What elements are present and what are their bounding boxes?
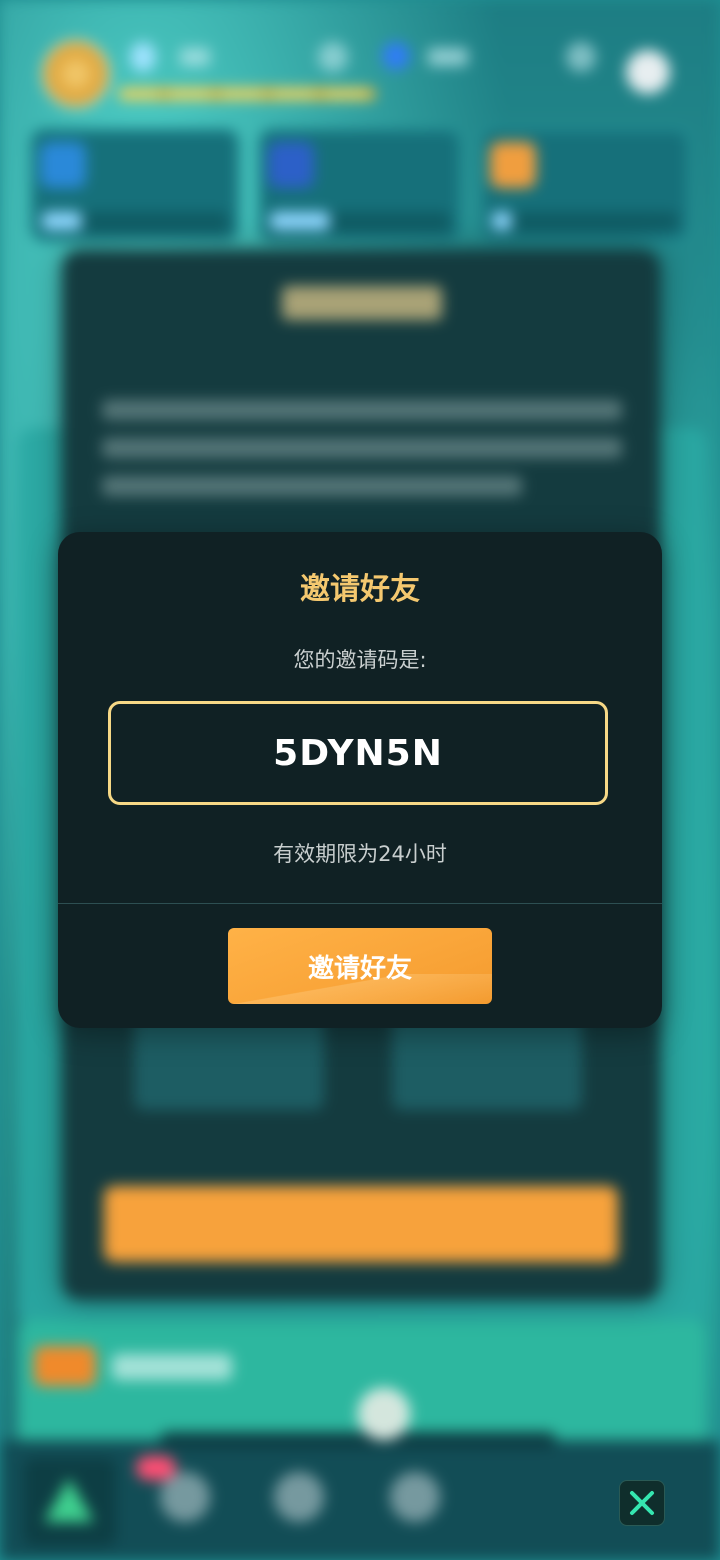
invite-code-label: 您的邀请码是: (293, 648, 427, 672)
modal-title: 邀请好友 (300, 572, 420, 607)
invite-friend-button-label: 邀请好友 (307, 953, 412, 984)
close-button[interactable] (619, 1480, 665, 1526)
background-card (30, 128, 240, 242)
background-stat (180, 48, 210, 66)
badge (136, 1456, 176, 1480)
divider (58, 903, 662, 904)
background-stat (428, 48, 468, 66)
floating-button (358, 1388, 410, 1440)
gem-icon (382, 42, 410, 70)
invite-code-field[interactable]: 5DYN5N (108, 701, 608, 805)
close-icon (630, 1491, 654, 1515)
validity-note: 有效期限为24小时 (273, 842, 447, 866)
background-card (480, 128, 690, 242)
energy-icon (130, 42, 156, 72)
heart-icon (390, 1472, 440, 1522)
background-card (258, 128, 462, 242)
progress-bar (118, 88, 376, 100)
background-stat (318, 42, 348, 72)
compass-icon (274, 1472, 324, 1522)
background-panel (18, 1320, 706, 1450)
background-tag (34, 1346, 96, 1386)
background-stat (566, 42, 596, 72)
gear-icon (626, 50, 670, 94)
background-text (112, 1354, 232, 1380)
background-strip (160, 1432, 556, 1448)
avatar (42, 40, 110, 108)
invite-friend-button[interactable]: 邀请好友 (228, 928, 492, 1004)
invite-code-value: 5DYN5N (273, 732, 443, 774)
trash-icon (160, 1472, 210, 1522)
